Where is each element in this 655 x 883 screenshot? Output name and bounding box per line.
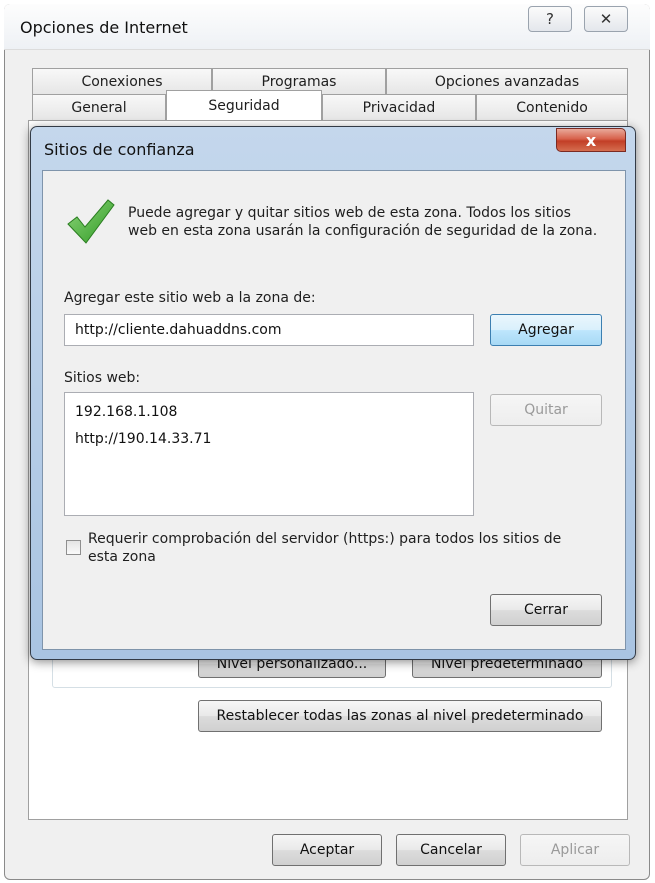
tab-label: Contenido xyxy=(516,99,588,116)
list-item[interactable]: 192.168.1.108 xyxy=(75,399,463,426)
close-button[interactable]: Cerrar xyxy=(490,594,602,626)
tab-label: Seguridad xyxy=(208,97,280,114)
remove-button[interactable]: Quitar xyxy=(490,394,602,426)
close-icon: x xyxy=(585,130,597,150)
outer-dialog-title: Opciones de Internet xyxy=(20,18,188,37)
checkmark-icon xyxy=(67,199,115,244)
ok-button[interactable]: Aceptar xyxy=(272,834,382,866)
apply-button[interactable]: Aplicar xyxy=(520,834,630,866)
tab-label: Opciones avanzadas xyxy=(434,73,580,90)
reset-all-zones-button[interactable]: Restablecer todas las zonas al nivel pre… xyxy=(198,700,602,732)
add-site-input[interactable]: http://cliente.dahuaddns.com xyxy=(64,314,474,346)
tab-privacidad[interactable]: Privacidad xyxy=(322,94,476,120)
trusted-sites-title: Sitios de confianza xyxy=(44,140,195,159)
add-label: Agregar xyxy=(518,322,574,338)
help-icon: ? xyxy=(546,10,554,28)
ok-label: Aceptar xyxy=(299,842,355,858)
require-https-label: Requerir comprobación del servidor (http… xyxy=(88,531,562,565)
cancel-label: Cancelar xyxy=(420,842,482,858)
tab-label: Conexiones xyxy=(81,73,163,90)
remove-label: Quitar xyxy=(524,402,568,418)
close-icon: ✕ xyxy=(599,10,613,28)
tab-seguridad[interactable]: Seguridad xyxy=(166,90,322,120)
tab-general[interactable]: General xyxy=(32,94,166,120)
add-button[interactable]: Agregar xyxy=(490,314,602,346)
tab-contenido[interactable]: Contenido xyxy=(476,94,628,120)
help-button[interactable]: ? xyxy=(528,6,572,32)
cancel-button[interactable]: Cancelar xyxy=(396,834,506,866)
zone-info-text: Puede agregar y quitar sitios web de est… xyxy=(128,205,598,239)
apply-label: Aplicar xyxy=(550,842,600,858)
websites-label: Sitios web: xyxy=(64,370,141,386)
close-label: Cerrar xyxy=(524,602,568,618)
websites-listbox[interactable]: 192.168.1.108 http://190.14.33.71 xyxy=(64,392,474,516)
tab-label: Privacidad xyxy=(362,99,436,116)
require-https-checkbox[interactable] xyxy=(66,540,81,555)
add-site-label: Agregar este sitio web a la zona de: xyxy=(64,290,316,306)
tab-label: General xyxy=(71,99,127,116)
tab-label: Programas xyxy=(261,73,337,90)
reset-all-zones-label: Restablecer todas las zonas al nivel pre… xyxy=(216,708,584,724)
tab-opciones-avanzadas[interactable]: Opciones avanzadas xyxy=(386,68,628,94)
list-item[interactable]: http://190.14.33.71 xyxy=(75,426,463,453)
outer-close-button[interactable]: ✕ xyxy=(584,6,628,32)
trusted-sites-close-button[interactable]: x xyxy=(556,128,626,152)
